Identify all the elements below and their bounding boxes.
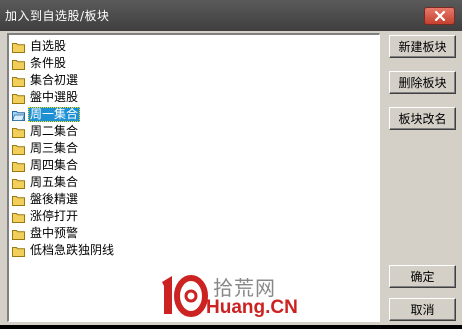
tree-item[interactable]: 盤後精選 <box>12 191 80 208</box>
tree-item[interactable]: 周五集合 <box>12 174 80 191</box>
folder-icon <box>12 76 25 87</box>
add-to-watchlist-dialog: 加入到自选股/板块 自选股条件股集合初選盤中選股周一集合周二集合周三集合周四集合… <box>0 0 462 329</box>
rename-block-button[interactable]: 板块改名 <box>389 107 456 130</box>
tree-item[interactable]: 集合初選 <box>12 72 80 89</box>
new-block-button[interactable]: 新建板块 <box>389 35 456 58</box>
folder-icon <box>12 212 25 223</box>
tree-item-label: 盤中選股 <box>30 90 79 104</box>
close-button[interactable] <box>424 7 455 25</box>
tree-item[interactable]: 涨停打开 <box>12 208 80 225</box>
folder-icon <box>12 127 25 138</box>
folder-icon <box>12 195 25 206</box>
tree-item[interactable]: 盤中選股 <box>12 89 80 106</box>
watermark-en-text: Huang.CN <box>206 297 298 318</box>
tree-item-label: 低档急跌独阴线 <box>30 243 115 257</box>
folder-icon <box>12 93 25 104</box>
folder-icon <box>12 229 25 240</box>
folder-icon <box>12 59 25 70</box>
tree-item-label: 盤後精選 <box>30 192 79 206</box>
bottom-edge <box>0 325 462 329</box>
tree-item-label: 周三集合 <box>30 141 79 155</box>
close-x-icon <box>434 11 445 21</box>
folder-icon <box>12 161 25 172</box>
tree-item[interactable]: 低档急跌独阴线 <box>12 242 116 259</box>
tree-item[interactable]: 盘中预警 <box>12 225 80 242</box>
tree-item-label: 周二集合 <box>30 124 79 138</box>
tree-item-label: 自选股 <box>30 39 67 53</box>
tree-item-label: 周四集合 <box>30 158 79 172</box>
tree-item[interactable]: 自选股 <box>12 38 68 55</box>
tree-item[interactable]: 条件股 <box>12 55 68 72</box>
tree-item-label: 周一集合 <box>28 107 81 122</box>
tree-item[interactable]: 周一集合 <box>12 106 81 123</box>
tree-item-label: 集合初選 <box>30 73 79 87</box>
folder-icon <box>12 246 25 257</box>
delete-block-button[interactable]: 删除板块 <box>389 71 456 94</box>
tree-item[interactable]: 周四集合 <box>12 157 80 174</box>
folder-open-icon <box>12 110 25 121</box>
ok-button[interactable]: 确定 <box>389 265 456 288</box>
folder-icon <box>12 178 25 189</box>
tree-item-label: 盘中预警 <box>30 226 79 240</box>
cancel-button[interactable]: 取消 <box>389 298 456 321</box>
dialog-title: 加入到自选股/板块 <box>5 9 110 23</box>
tree-item-label: 条件股 <box>30 56 67 70</box>
tree-item-label: 周五集合 <box>30 175 79 189</box>
folder-icon <box>12 42 25 53</box>
tree-item-label: 涨停打开 <box>30 209 79 223</box>
tree-item[interactable]: 周二集合 <box>12 123 80 140</box>
folder-icon <box>12 144 25 155</box>
tree-item[interactable]: 周三集合 <box>12 140 80 157</box>
title-bar[interactable]: 加入到自选股/板块 <box>0 0 462 31</box>
watermark-logo <box>162 275 208 317</box>
watermark: 拾荒网 Huang.CN <box>158 272 298 318</box>
